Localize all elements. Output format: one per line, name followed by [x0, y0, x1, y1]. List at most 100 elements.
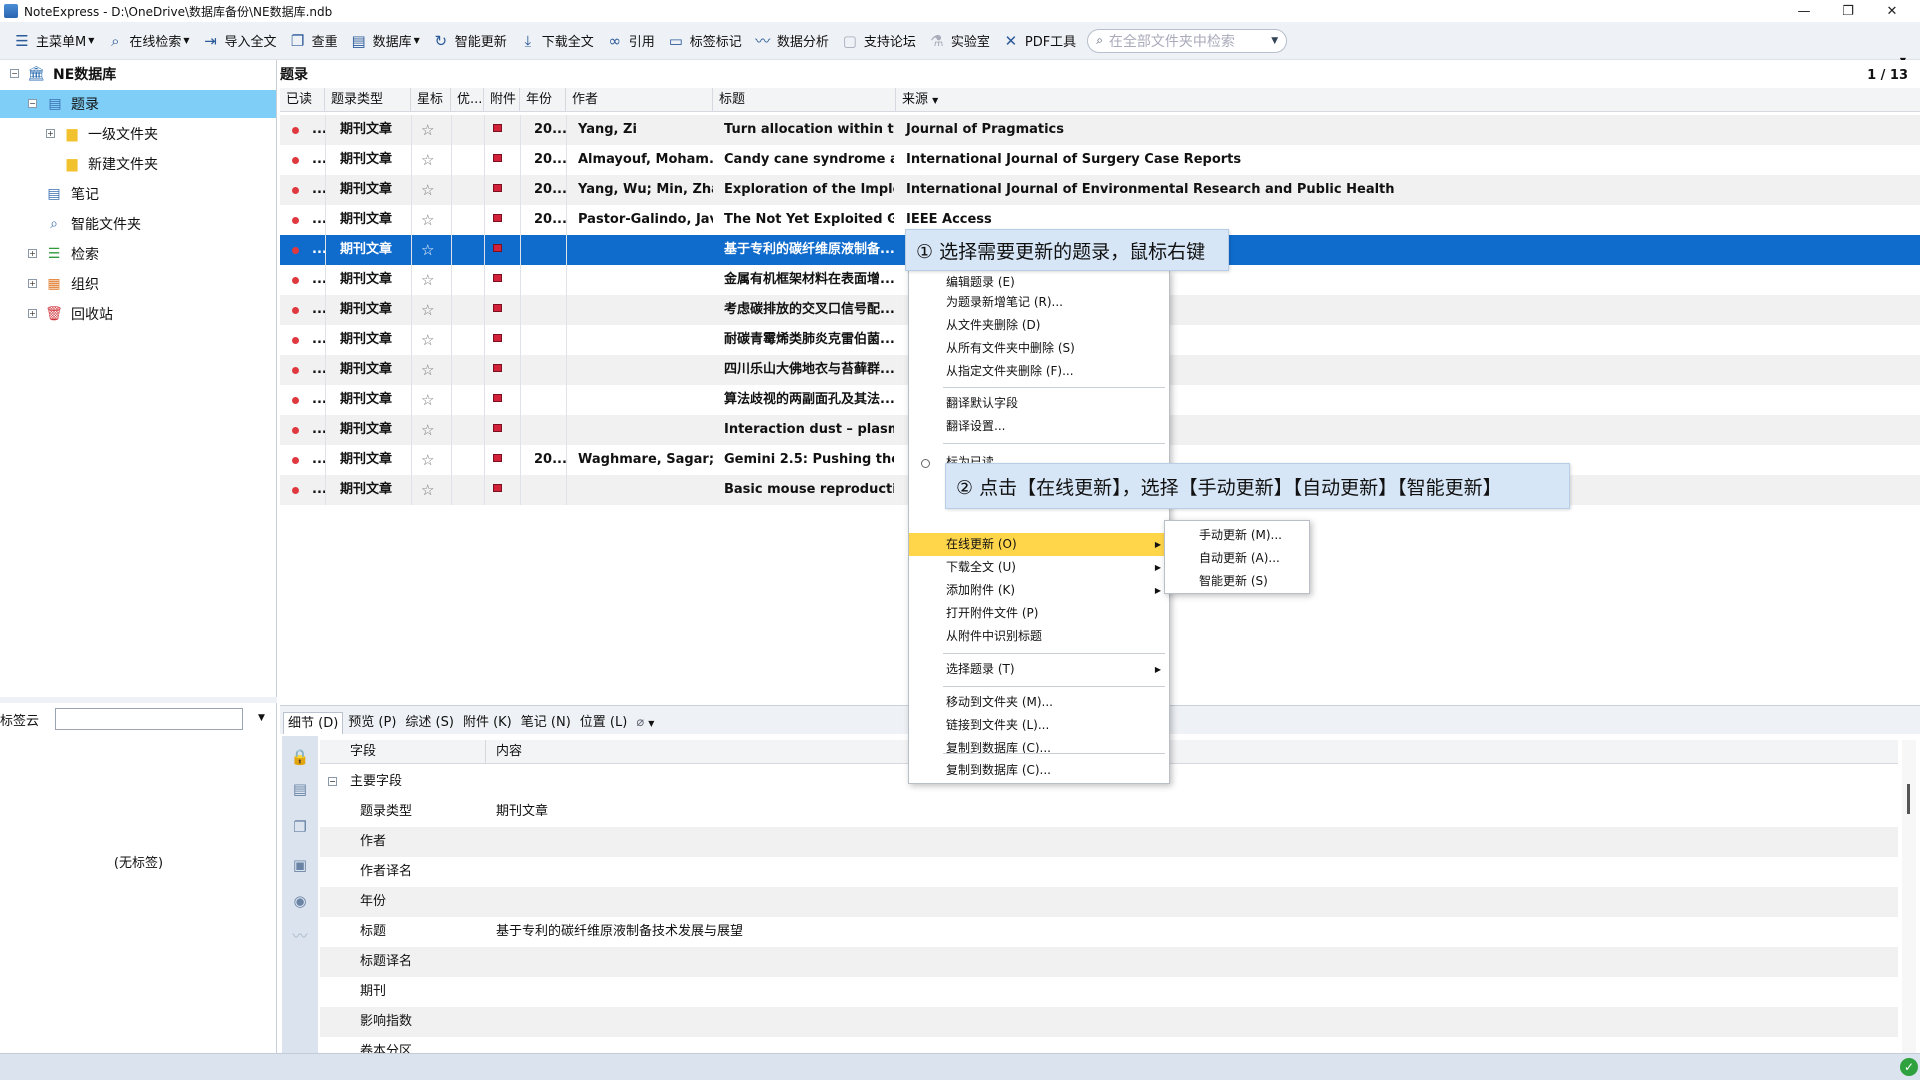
minimize-button[interactable]: — [1782, 0, 1826, 22]
expand-icon[interactable]: + [46, 129, 55, 138]
attachment-flag-icon[interactable] [493, 214, 502, 222]
close-button[interactable]: ✕ [1870, 0, 1914, 22]
data-analysis-button[interactable]: 〰数据分析 [749, 26, 836, 56]
detail-field-row[interactable]: 期刊 [320, 977, 1898, 1007]
col-read[interactable]: 已读 [280, 88, 325, 112]
expand-icon[interactable]: + [28, 279, 37, 288]
duplicate-check-button[interactable]: ❐ 查重 [284, 26, 345, 56]
scrollbar-thumb[interactable] [1907, 784, 1910, 814]
cite-button[interactable]: ∞ 引用 [601, 26, 662, 56]
collapse-icon[interactable]: − [328, 777, 337, 786]
smart-update-button[interactable]: ↻ 智能更新 [427, 26, 514, 56]
table-row[interactable]: ... 期刊文章 ☆ 20... Almayouf, Moham... Cand… [280, 145, 1920, 175]
attachment-flag-icon[interactable] [493, 364, 502, 372]
attachment-flag-icon[interactable] [493, 304, 502, 312]
star-icon[interactable]: ☆ [421, 445, 434, 475]
table-row[interactable]: ... 期刊文章 ☆ 20... Yang, Wu; Min, Zha... E… [280, 175, 1920, 205]
tree-item-folder1[interactable]: + ▆ 一级文件夹 [0, 120, 276, 148]
detail-field-row[interactable]: 标题 基于专利的碳纤维原液制备技术发展与展望 [320, 917, 1898, 947]
star-icon[interactable]: ☆ [421, 475, 434, 505]
menu-remove-from-specified-folder[interactable]: 从指定文件夹删除 (F)... [909, 360, 1169, 383]
tree-item-search[interactable]: + ☰ 检索 [0, 240, 276, 268]
wave-icon[interactable]: 〰 [291, 926, 309, 945]
import-fulltext-button[interactable]: ⇥ 导入全文 [197, 26, 284, 56]
detail-field-value[interactable]: 期刊文章 [496, 797, 548, 827]
menu-translate-settings[interactable]: 翻译设置... [909, 415, 1169, 438]
tagcloud-input[interactable] [55, 708, 243, 730]
attachment-flag-icon[interactable] [493, 424, 502, 432]
menu-add-note[interactable]: 为题录新增笔记 (R)... [909, 291, 1169, 314]
menu-copy-to-database[interactable]: 复制到数据库 (C)... [909, 737, 1169, 760]
star-icon[interactable]: ☆ [421, 265, 434, 295]
star-icon[interactable]: ☆ [421, 205, 434, 235]
menu-manual-update[interactable]: 手动更新 (M)... [1165, 524, 1309, 547]
col-title[interactable]: 标题 [713, 88, 896, 112]
tab-location[interactable]: 位置 (L) [576, 712, 632, 734]
tree-item-records[interactable]: − ▤ 题录 [0, 90, 276, 118]
attach-clip-button[interactable]: ⌀ ▼ [632, 712, 658, 734]
tab-preview[interactable]: 预览 (P) [344, 712, 400, 734]
menu-translate-default[interactable]: 翻译默认字段 [909, 392, 1169, 415]
attachment-flag-icon[interactable] [493, 334, 502, 342]
star-icon[interactable]: ☆ [421, 355, 434, 385]
star-icon[interactable]: ☆ [421, 415, 434, 445]
detail-field-row[interactable]: 题录类型 期刊文章 [320, 797, 1898, 827]
folder-search-input[interactable]: ⌕ 在全部文件夹中检索 ▼ [1087, 28, 1288, 53]
support-forum-button[interactable]: ▢ 支持论坛 [836, 26, 923, 56]
menu-remove-from-all-folders[interactable]: 从所有文件夹中删除 (S) [909, 337, 1169, 360]
tree-item-new-folder[interactable]: ▆ 新建文件夹 [0, 150, 276, 178]
star-icon[interactable]: ☆ [421, 325, 434, 355]
star-icon[interactable]: ☆ [421, 115, 434, 145]
tag-mark-button[interactable]: ▭ 标签标记 [662, 26, 749, 56]
star-icon[interactable]: ☆ [421, 145, 434, 175]
star-icon[interactable]: ☆ [421, 175, 434, 205]
col-type[interactable]: 题录类型 [325, 88, 411, 112]
attachment-flag-icon[interactable] [493, 124, 502, 132]
star-icon[interactable]: ☆ [421, 235, 434, 265]
eye-icon[interactable]: ◉ [291, 892, 309, 910]
star-icon[interactable]: ☆ [421, 385, 434, 415]
menu-select-records[interactable]: 选择题录 (T) ▶ [909, 658, 1169, 681]
star-icon[interactable]: ☆ [421, 295, 434, 325]
attachment-flag-icon[interactable] [493, 484, 502, 492]
database-button[interactable]: ▤ 数据库 ▼ [345, 26, 427, 56]
tab-attachment[interactable]: 附件 (K) [459, 712, 516, 734]
menu-open-attachment[interactable]: 打开附件文件 (P) [909, 602, 1169, 625]
chevron-down-icon[interactable]: ▼ [1271, 36, 1278, 46]
tree-item-smart-folder[interactable]: ⌕ 智能文件夹 [0, 210, 276, 238]
menu-auto-update[interactable]: 自动更新 (A)... [1165, 547, 1309, 570]
chevron-down-icon[interactable]: ▼ [258, 713, 265, 723]
col-star[interactable]: 星标 [411, 88, 451, 112]
detail-field-row[interactable]: 作者 [320, 827, 1898, 857]
attachment-flag-icon[interactable] [493, 244, 502, 252]
menu-move-to-folder[interactable]: 移动到文件夹 (M)... [909, 691, 1169, 714]
col-source[interactable]: 来源 ▼ [896, 88, 1920, 112]
online-search-button[interactable]: ⌕ 在线检索 ▼ [101, 26, 196, 56]
attachment-flag-icon[interactable] [493, 454, 502, 462]
main-menu-button[interactable]: ☰ 主菜单M ▼ [8, 26, 101, 56]
collapse-icon[interactable]: − [10, 69, 19, 78]
menu-smart-update[interactable]: 智能更新 (S) [1165, 570, 1309, 593]
attachment-flag-icon[interactable] [493, 394, 502, 402]
detail-scrollbar[interactable] [1902, 740, 1916, 1054]
col-attachment[interactable]: 附件 [484, 88, 520, 112]
menu-download-fulltext[interactable]: 下载全文 (U) ▶ [909, 556, 1169, 579]
detail-field-row[interactable]: 标题译名 [320, 947, 1898, 977]
menu-online-update[interactable]: 在线更新 (O) ▶ [909, 533, 1169, 556]
tab-summary[interactable]: 综述 (S) [401, 712, 458, 734]
attachment-flag-icon[interactable] [493, 184, 502, 192]
expand-icon[interactable]: + [28, 249, 37, 258]
detail-field-row[interactable]: 年份 [320, 887, 1898, 917]
tree-item-trash[interactable]: + 🗑 回收站 [0, 300, 276, 328]
menu-copy-to-database-2[interactable]: 复制到数据库 (C)... [909, 759, 1169, 782]
tab-notes[interactable]: 笔记 (N) [517, 712, 575, 734]
tree-item-notes[interactable]: ▤ 笔记 [0, 180, 276, 208]
detail-field-value[interactable]: 基于专利的碳纤维原液制备技术发展与展望 [496, 917, 743, 947]
menu-identify-title[interactable]: 从附件中识别标题 [909, 625, 1169, 648]
lock-icon[interactable]: 🔒 [291, 748, 310, 766]
detail-field-row[interactable]: 作者译名 [320, 857, 1898, 887]
tab-detail[interactable]: 细节 (D) [283, 712, 344, 734]
tree-item-organize[interactable]: + ▦ 组织 [0, 270, 276, 298]
collapse-icon[interactable]: − [28, 99, 37, 108]
document-icon[interactable]: ▤ [291, 780, 309, 798]
